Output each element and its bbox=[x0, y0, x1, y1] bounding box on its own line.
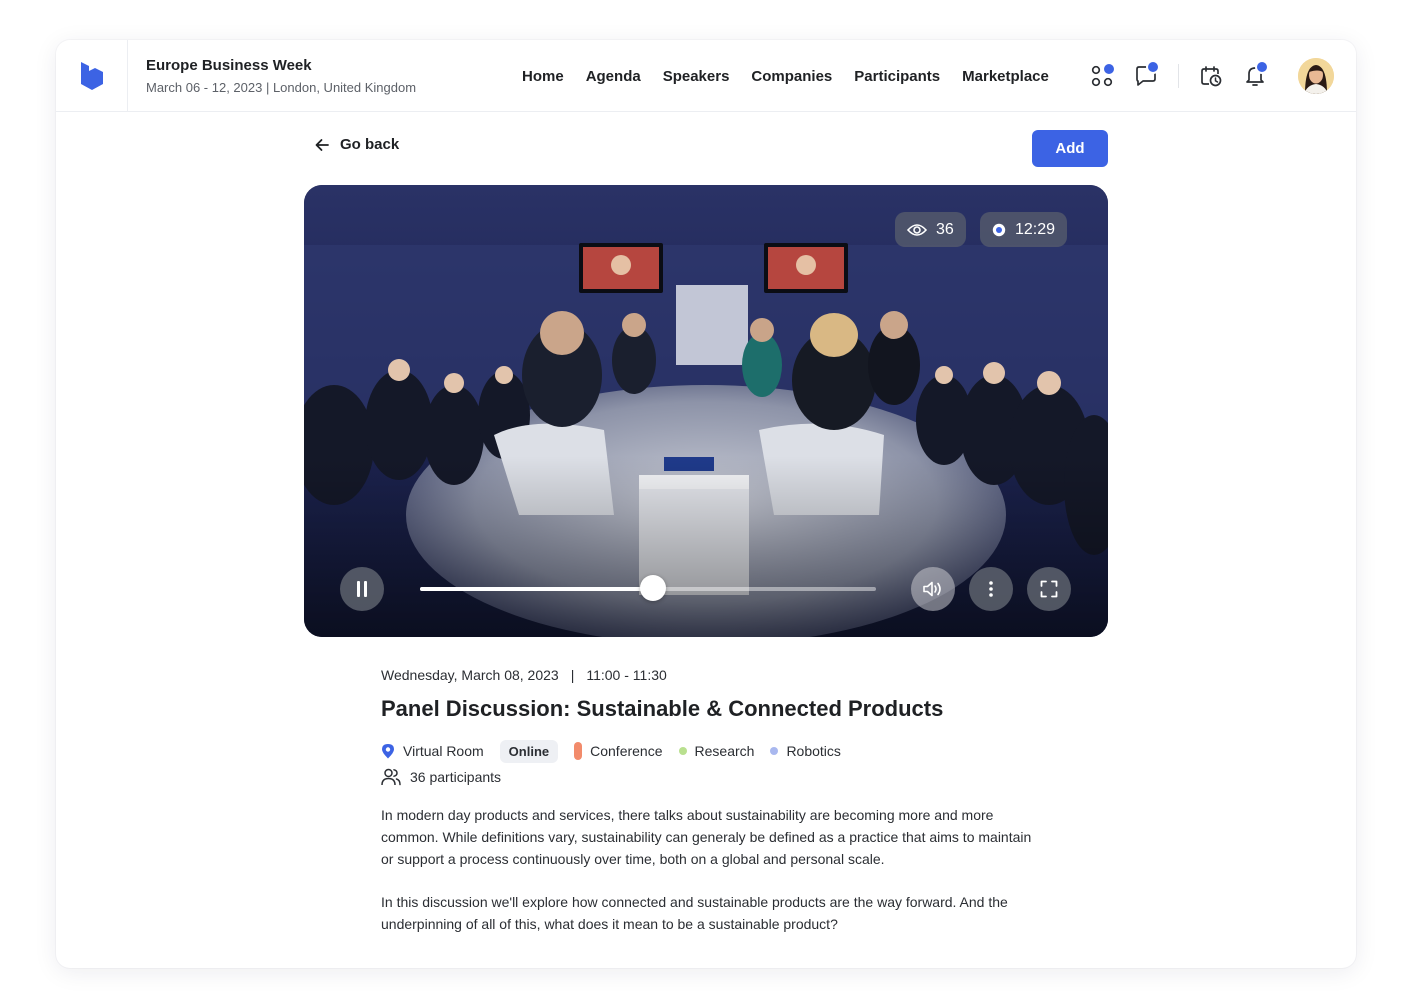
header-divider bbox=[1178, 64, 1179, 88]
nav-participants[interactable]: Participants bbox=[854, 68, 940, 85]
session-time: 11:00 - 11:30 bbox=[586, 667, 667, 683]
session-date: Wednesday, March 08, 2023 bbox=[381, 667, 559, 683]
progress-thumb[interactable] bbox=[639, 575, 666, 601]
notifications-badge bbox=[1255, 60, 1269, 74]
session-location: Virtual Room bbox=[381, 743, 484, 759]
viewers-count: 36 bbox=[895, 212, 966, 247]
apps-button[interactable] bbox=[1088, 62, 1116, 90]
schedule-button[interactable] bbox=[1197, 62, 1225, 90]
category-robotics: Robotics bbox=[770, 743, 841, 759]
chat-badge bbox=[1146, 60, 1160, 74]
location-label: Virtual Room bbox=[403, 743, 484, 759]
category-research: Research bbox=[678, 743, 755, 759]
main-nav: Home Agenda Speakers Companies Participa… bbox=[522, 40, 1071, 112]
progress-track[interactable] bbox=[420, 575, 876, 601]
event-title: Europe Business Week bbox=[146, 57, 312, 74]
elapsed-time: 12:29 bbox=[980, 212, 1068, 247]
viewers-value: 36 bbox=[936, 220, 954, 238]
volume-icon bbox=[923, 581, 941, 597]
pause-button[interactable] bbox=[340, 567, 384, 611]
session-details: Wednesday, March 08, 2023 | 11:00 - 11:30 … bbox=[381, 667, 1041, 956]
calendar-clock-icon bbox=[1201, 66, 1222, 87]
apps-badge bbox=[1102, 62, 1116, 76]
chat-button[interactable] bbox=[1132, 60, 1160, 90]
category-label: Research bbox=[694, 743, 755, 759]
arrow-left-icon bbox=[315, 138, 329, 151]
session-description: In modern day products and services, the… bbox=[381, 804, 1041, 935]
nav-agenda[interactable]: Agenda bbox=[586, 68, 641, 85]
go-back-label: Go back bbox=[340, 136, 400, 153]
go-back-link[interactable]: Go back bbox=[314, 136, 399, 153]
fullscreen-button[interactable] bbox=[1027, 567, 1071, 611]
nav-companies[interactable]: Companies bbox=[751, 68, 832, 85]
pause-icon bbox=[357, 581, 367, 597]
more-vertical-icon bbox=[989, 581, 993, 597]
conference-color-marker bbox=[574, 742, 583, 760]
notifications-button[interactable] bbox=[1241, 60, 1269, 90]
datetime-separator: | bbox=[570, 667, 575, 683]
nav-home[interactable]: Home bbox=[522, 68, 564, 85]
volume-button[interactable] bbox=[911, 567, 955, 611]
users-icon bbox=[381, 768, 401, 786]
progress-fill bbox=[420, 587, 653, 591]
research-color-dot bbox=[678, 747, 687, 755]
video-player[interactable]: 36 12:29 bbox=[304, 185, 1108, 637]
more-options-button[interactable] bbox=[969, 567, 1013, 611]
participants-label: 36 participants bbox=[410, 769, 502, 785]
description-paragraph: In modern day products and services, the… bbox=[381, 807, 1032, 867]
location-pin-icon bbox=[382, 744, 394, 759]
session-datetime: Wednesday, March 08, 2023 | 11:00 - 11:30 bbox=[381, 667, 1041, 687]
online-tag: Online bbox=[499, 739, 559, 763]
fullscreen-icon bbox=[1040, 580, 1058, 598]
session-title: Panel Discussion: Sustainable & Connecte… bbox=[381, 696, 944, 721]
participants-count: 36 participants bbox=[381, 768, 1041, 786]
top-bar: Europe Business Week March 06 - 12, 2023… bbox=[56, 40, 1356, 112]
category-label: Conference bbox=[590, 743, 663, 759]
eye-icon bbox=[907, 223, 927, 236]
session-meta: Virtual Room Online Conference Research … bbox=[381, 739, 1041, 763]
logo-icon bbox=[80, 61, 103, 90]
live-record-icon bbox=[992, 223, 1006, 236]
category-conference: Conference bbox=[574, 742, 663, 760]
elapsed-value: 12:29 bbox=[1015, 220, 1056, 238]
add-button[interactable]: Add bbox=[1032, 130, 1108, 167]
user-avatar-icon bbox=[1298, 58, 1334, 94]
category-label: Robotics bbox=[786, 743, 841, 759]
nav-speakers[interactable]: Speakers bbox=[663, 68, 730, 85]
avatar[interactable] bbox=[1298, 58, 1334, 94]
event-subtitle: March 06 - 12, 2023 | London, United Kin… bbox=[146, 80, 417, 95]
robotics-color-dot bbox=[770, 747, 779, 755]
app-window: Europe Business Week March 06 - 12, 2023… bbox=[56, 40, 1356, 968]
nav-marketplace[interactable]: Marketplace bbox=[962, 68, 1049, 85]
app-logo[interactable] bbox=[56, 40, 128, 111]
description-paragraph: In this discussion we'll explore how con… bbox=[381, 894, 1008, 932]
